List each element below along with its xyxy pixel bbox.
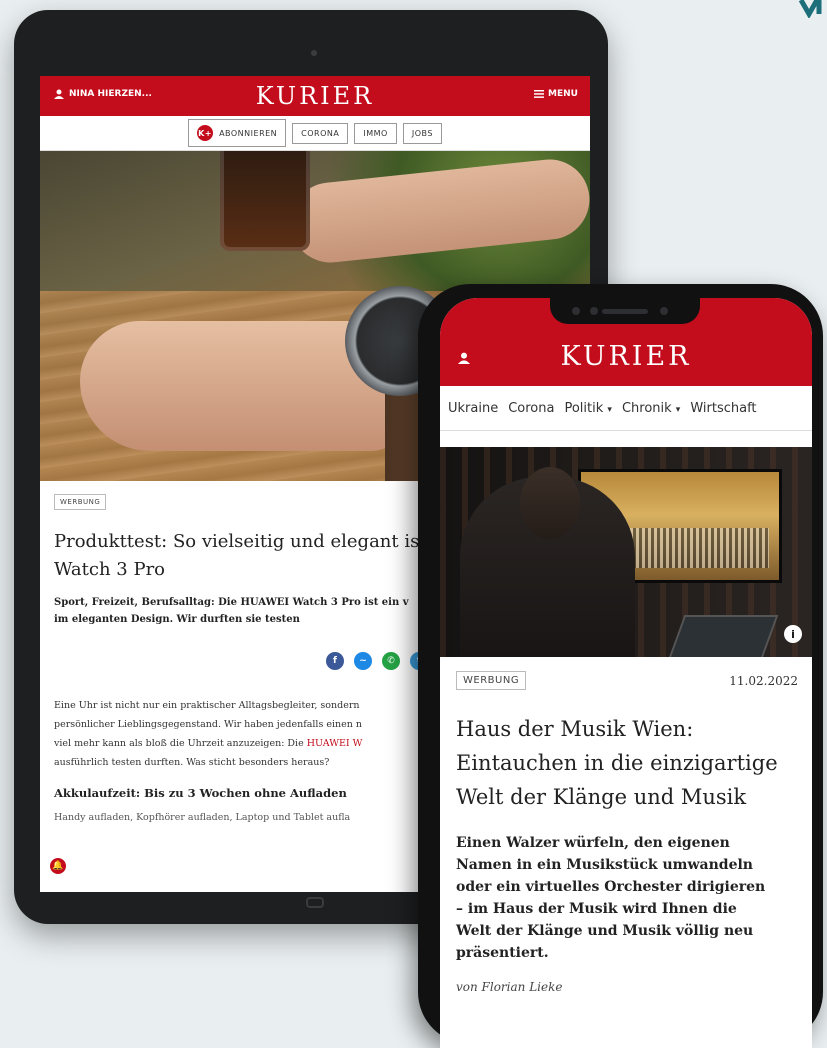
article-author: von Florian Lieke [456,980,563,994]
tablet-camera [311,50,317,56]
article-lead-line: Welt der Klänge und Musik völlig neu [456,923,754,939]
article-lead: Einen Walzer würfeln, den eigenen Namen … [456,832,798,964]
article-title-line: Eintauchen in die einzigartige [456,751,778,775]
article-date: 11.02.2022 [729,673,798,688]
corner-logo-fragment [798,0,822,18]
whatsapp-icon[interactable]: ✆ [382,652,400,670]
notification-bell-icon[interactable]: 🔔 [50,858,66,874]
facebook-icon[interactable]: f [326,652,344,670]
ad-label: WERBUNG [456,671,527,690]
nav-item-corona[interactable]: Corona [508,401,554,416]
menu-label: MENU [548,89,578,99]
menu-button[interactable]: MENU [534,89,578,99]
article-title: Haus der Musik Wien: Eintauchen in die e… [456,712,798,814]
nav-item-ukraine[interactable]: Ukraine [448,401,498,416]
immo-button[interactable]: IMMO [354,122,397,144]
info-icon[interactable]: i [784,625,802,643]
article-lead-line: Namen in ein Musikstück umwandeln [456,857,753,873]
article-title-line: Haus der Musik Wien: [456,717,694,741]
article-lead-line: – im Haus der Musik wird Ihnen die [456,901,737,917]
phone-screen: KURIER Ukraine Corona Politik ▾ Chronik … [440,298,812,1048]
article-lead-line: Einen Walzer würfeln, den eigenen [456,835,730,851]
nav-item-chronik[interactable]: Chronik ▾ [622,401,680,416]
corona-button[interactable]: CORONA [292,122,349,144]
article-lead-line: oder ein virtuelles Orchester dirigieren [456,879,766,895]
home-indicator [306,897,324,908]
phone-device: KURIER Ukraine Corona Politik ▾ Chronik … [418,284,823,1048]
nav-label: Politik [564,400,604,416]
phone-article: WERBUNG 11.02.2022 Haus der Musik Wien: … [440,657,812,994]
ad-label: WERBUNG [54,494,107,510]
article-lead-line: präsentiert. [456,945,549,961]
nav-item-wirtschaft[interactable]: Wirtschaft [690,401,756,416]
nav-label: Chronik [621,400,672,416]
chevron-down-icon: ▾ [675,404,681,415]
huawei-link[interactable]: HUAWEI W [307,738,363,749]
article-meta: WERBUNG 11.02.2022 [456,671,798,690]
article-title-line: Welt der Klänge und Musik [456,785,747,809]
tablet-header: NINA HIERZEN... KURIER MENU [40,76,590,116]
phone-notch [550,298,700,324]
kurier-logo[interactable]: KURIER [440,341,812,372]
abonnieren-button[interactable]: K+ ABONNIEREN [188,119,287,147]
k-plus-badge: K+ [197,125,214,141]
paragraph-text: viel mehr kann als bloß die Uhrzeit anzu… [54,738,307,749]
nav-item-politik[interactable]: Politik ▾ [564,401,611,416]
phone-category-nav: Ukraine Corona Politik ▾ Chronik ▾ Wirts… [440,386,812,431]
tablet-quick-nav: K+ ABONNIEREN CORONA IMMO JOBS [40,116,590,151]
hamburger-icon [534,90,545,98]
messenger-icon[interactable]: ~ [354,652,372,670]
abonnieren-label: ABONNIEREN [219,128,278,138]
jobs-button[interactable]: JOBS [402,122,442,144]
chevron-down-icon: ▾ [607,404,612,415]
article-hero-image: i [440,447,812,657]
kurier-logo[interactable]: KURIER [40,82,590,110]
